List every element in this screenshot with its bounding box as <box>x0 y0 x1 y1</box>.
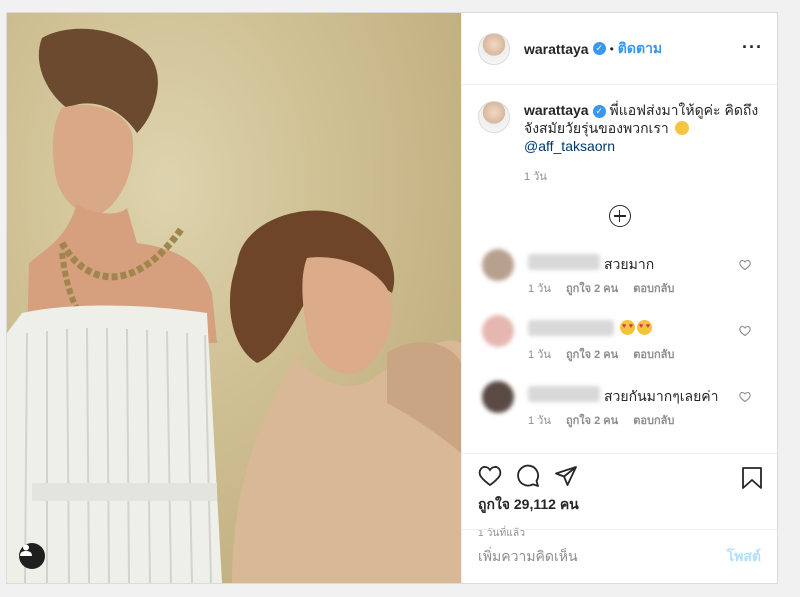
comment-item: สวยมาก 1 วัน ถูกใจ 2 คน ตอบกลับ <box>462 247 777 313</box>
like-heart-icon[interactable] <box>478 464 502 488</box>
laughing-emoji-icon <box>674 121 689 135</box>
heart-icon[interactable] <box>739 259 751 271</box>
author-avatar[interactable] <box>478 32 510 65</box>
load-more-comments[interactable] <box>462 205 777 227</box>
comment-reply-button[interactable]: ตอบกลับ <box>633 349 674 361</box>
share-icon[interactable] <box>554 464 578 488</box>
comment-time: 1 วัน <box>528 349 551 361</box>
plus-circle-icon[interactable] <box>608 205 631 227</box>
heart-eyes-emoji-icon <box>620 320 635 335</box>
caption-mention-link[interactable]: @aff_taksaorn <box>524 138 615 154</box>
comment-reply-button[interactable]: ตอบกลับ <box>633 283 674 295</box>
caption-avatar[interactable] <box>478 101 510 133</box>
commenter-avatar[interactable] <box>482 381 514 413</box>
post-photo[interactable] <box>7 13 461 583</box>
post-dialog: warattaya ✓ • ติดตาม ··· warattaya ✓ พี่แ… <box>6 12 778 584</box>
comment-composer: เพิ่มความคิดเห็น โพสต์ <box>462 529 777 583</box>
caption: warattaya ✓ พี่แอฟส่งมาให้ดูค่ะ คิดถึงจัง… <box>462 85 777 155</box>
comment-time: 1 วัน <box>528 415 551 427</box>
comment-item: สวยกันมากๆเลยค่า 1 วัน ถูกใจ 2 คน ตอบกลั… <box>462 379 777 445</box>
comment-input[interactable]: เพิ่มความคิดเห็น <box>478 546 727 568</box>
heart-icon[interactable] <box>739 325 751 337</box>
action-icons <box>478 458 761 494</box>
heart-eyes-emoji-icon <box>637 320 652 335</box>
commenter-username-blurred[interactable] <box>528 320 614 336</box>
comment-reply-button[interactable]: ตอบกลับ <box>633 415 674 427</box>
more-options-icon[interactable]: ··· <box>742 37 763 58</box>
heart-icon[interactable] <box>739 391 751 403</box>
post-comment-button[interactable]: โพสต์ <box>727 546 761 568</box>
comment-likes[interactable]: ถูกใจ 2 คน <box>566 415 618 427</box>
follow-button[interactable]: ติดตาม <box>618 38 662 60</box>
photo-illustration <box>7 28 461 583</box>
commenter-username-blurred[interactable] <box>528 254 600 270</box>
commenter-avatar[interactable] <box>482 315 514 347</box>
verified-badge-icon: ✓ <box>592 42 606 55</box>
post-side-panel: warattaya ✓ • ติดตาม ··· warattaya ✓ พี่แ… <box>461 13 777 583</box>
separator-dot: • <box>609 41 614 56</box>
comment-text: สวยมาก <box>604 256 655 272</box>
comment-meta: 1 วัน ถูกใจ 2 คน ตอบกลับ <box>528 279 686 297</box>
user-icon <box>20 544 32 556</box>
verified-badge-icon: ✓ <box>592 105 606 118</box>
comment-text: สวยกันมากๆเลยค่า <box>604 388 719 404</box>
commenter-avatar[interactable] <box>482 249 514 281</box>
comment-item: 1 วัน ถูกใจ 2 คน ตอบกลับ <box>462 313 777 379</box>
comment-meta: 1 วัน ถูกใจ 2 คน ตอบกลับ <box>528 345 686 363</box>
post-actions: ถูกใจ 29,112 คน 1 วันที่แล้ว <box>462 453 777 541</box>
likes-count[interactable]: ถูกใจ 29,112 คน <box>478 494 761 516</box>
comment-text <box>620 320 654 336</box>
comment-time: 1 วัน <box>528 283 551 295</box>
tagged-users-button[interactable] <box>19 543 45 569</box>
bookmark-icon[interactable] <box>741 466 763 490</box>
comment-icon[interactable] <box>516 464 540 488</box>
caption-time: 1 วัน <box>524 171 547 183</box>
post-header: warattaya ✓ • ติดตาม ··· <box>462 13 777 85</box>
comment-meta: 1 วัน ถูกใจ 2 คน ตอบกลับ <box>528 411 686 429</box>
caption-username[interactable]: warattaya <box>524 102 589 118</box>
comment-likes[interactable]: ถูกใจ 2 คน <box>566 349 618 361</box>
caption-text: warattaya ✓ พี่แอฟส่งมาให้ดูค่ะ คิดถึงจัง… <box>524 101 760 155</box>
author-username[interactable]: warattaya <box>524 41 589 57</box>
commenter-username-blurred[interactable] <box>528 386 600 402</box>
comment-likes[interactable]: ถูกใจ 2 คน <box>566 283 618 295</box>
